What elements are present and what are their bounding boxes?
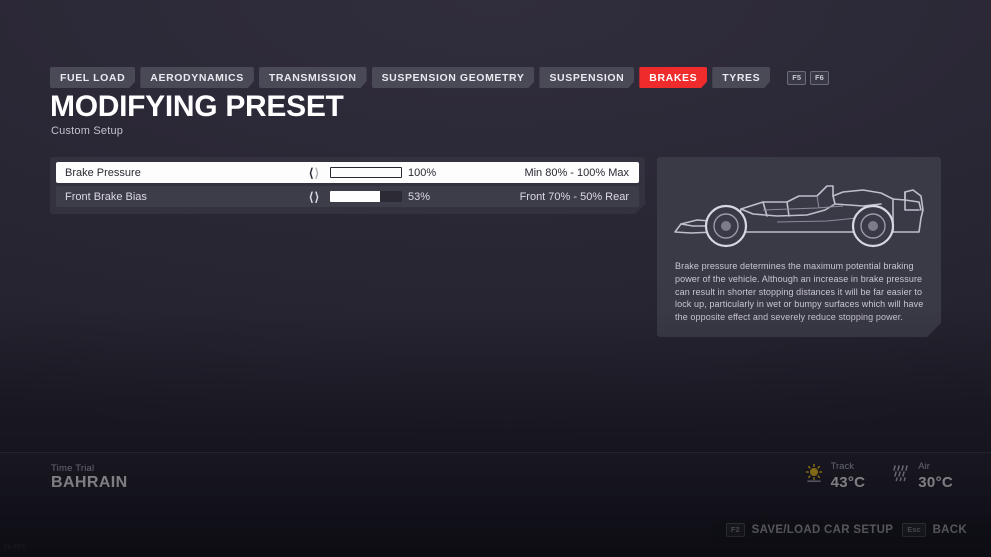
- setting-arrows: ⟨ ⟩: [301, 167, 327, 179]
- setting-value: 53%: [408, 190, 431, 203]
- setting-value: 100%: [408, 166, 437, 179]
- page-subtitle: Custom Setup: [51, 125, 124, 137]
- decrease-arrow-icon[interactable]: ⟨: [309, 191, 314, 203]
- weather-air: Air 30°C: [891, 462, 953, 490]
- prompt-back[interactable]: Esc BACK: [902, 522, 967, 537]
- weather-label: Track: [830, 461, 854, 472]
- setting-arrows: ⟨ ⟩: [301, 191, 327, 203]
- weather-track: Track 43°C: [804, 462, 866, 490]
- setting-row-front-brake-bias[interactable]: Front Brake Bias ⟨ ⟩ 53% Front 70% - 50%…: [56, 186, 639, 207]
- setting-range: Min 80% - 100% Max: [524, 166, 629, 179]
- tab-key-hints: F5 F6: [787, 70, 829, 85]
- slider-fill: [331, 168, 401, 177]
- tab-aerodynamics[interactable]: AERODYNAMICS: [140, 67, 254, 88]
- info-panel: Brake pressure determines the maximum po…: [657, 157, 941, 337]
- page-title: MODIFYING PRESET: [50, 90, 344, 123]
- settings-panel: Brake Pressure ⟨ ⟩ 100% Min 80% - 100% M…: [50, 157, 645, 214]
- sun-icon: [804, 463, 824, 488]
- f1-car-side-outline-icon: [657, 163, 941, 255]
- prompt-label: BACK: [932, 523, 967, 536]
- game-screen: FUEL LOAD AERODYNAMICS TRANSMISSION SUSP…: [0, 0, 991, 557]
- setting-row-brake-pressure[interactable]: Brake Pressure ⟨ ⟩ 100% Min 80% - 100% M…: [56, 162, 639, 183]
- tab-tyres[interactable]: TYRES: [712, 67, 770, 88]
- weather-label: Air: [918, 461, 930, 472]
- session-mode-label: Time Trial: [51, 463, 95, 474]
- tab-label: AERODYNAMICS: [150, 71, 244, 84]
- prompt-save-load[interactable]: F2 SAVE/LOAD CAR SETUP: [725, 522, 894, 537]
- tab-suspension-geometry[interactable]: SUSPENSION GEOMETRY: [372, 67, 535, 88]
- prompt-key-esc: Esc: [902, 522, 926, 537]
- fps-counter: 58 FPS: [4, 545, 26, 551]
- tab-label: TYRES: [722, 71, 761, 84]
- weather-value: 43°C: [830, 473, 866, 491]
- tab-label: SUSPENSION GEOMETRY: [381, 71, 525, 84]
- tab-brakes[interactable]: BRAKES: [639, 67, 707, 88]
- setup-category-tabs: FUEL LOAD AERODYNAMICS TRANSMISSION SUSP…: [50, 67, 829, 88]
- setting-slider[interactable]: [330, 167, 402, 178]
- setting-description: Brake pressure determines the maximum po…: [675, 261, 924, 323]
- weather-value: 30°C: [918, 473, 953, 491]
- increase-arrow-icon[interactable]: ⟩: [315, 191, 320, 203]
- increase-arrow-icon[interactable]: ⟩: [315, 167, 320, 179]
- decrease-arrow-icon[interactable]: ⟨: [309, 167, 314, 179]
- prompt-label: SAVE/LOAD CAR SETUP: [751, 523, 894, 536]
- tab-label: FUEL LOAD: [60, 71, 126, 84]
- prompt-key-f2: F2: [725, 522, 745, 537]
- tab-transmission[interactable]: TRANSMISSION: [259, 67, 367, 88]
- tab-suspension[interactable]: SUSPENSION: [539, 67, 634, 88]
- weather-readout: Track 43°C Air 30°C: [804, 462, 953, 490]
- key-hint-f5[interactable]: F5: [787, 70, 807, 85]
- setting-label: Front Brake Bias: [65, 190, 147, 203]
- tab-label: BRAKES: [649, 71, 698, 84]
- slider-fill: [330, 191, 380, 202]
- key-hint-f6[interactable]: F6: [810, 70, 829, 85]
- rain-icon: [891, 463, 911, 488]
- action-prompts: F2 SAVE/LOAD CAR SETUP Esc BACK: [703, 516, 991, 543]
- setting-label: Brake Pressure: [65, 166, 141, 179]
- track-name: BAHRAIN: [51, 474, 128, 491]
- setting-slider[interactable]: [330, 191, 402, 202]
- tab-fuel-load[interactable]: FUEL LOAD: [50, 67, 135, 88]
- setting-range: Front 70% - 50% Rear: [519, 190, 629, 203]
- tab-label: TRANSMISSION: [268, 71, 357, 84]
- tab-label: SUSPENSION: [549, 71, 625, 84]
